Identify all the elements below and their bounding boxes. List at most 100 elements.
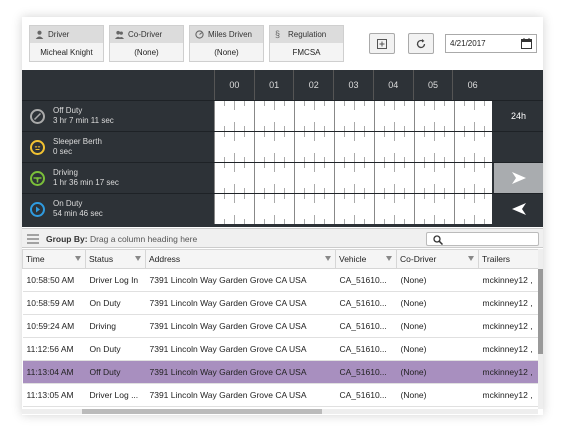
hour-label: 00 [214, 70, 254, 100]
table-cell: 10:59:24 AM [22, 314, 86, 338]
group-by-bar[interactable]: Group By: Drag a column heading here [22, 228, 543, 248]
table-cell: (None) [396, 291, 479, 315]
table-cell: (None) [396, 314, 479, 338]
steering-wheel-icon [30, 170, 45, 186]
hour-label: 02 [293, 70, 333, 100]
table-cell: mckinney12 , [478, 314, 538, 338]
people-icon [115, 30, 124, 39]
arrow-left-icon [511, 203, 526, 215]
hour-label: 05 [412, 70, 453, 100]
add-document-icon [377, 38, 387, 49]
table-row[interactable]: 11:12:56 AM On Duty 7391 Lincoln Way Garde… [22, 337, 538, 361]
column-label: Co-Driver [400, 254, 437, 264]
gauge-icon [195, 30, 204, 39]
search-icon [433, 235, 443, 245]
column-header-status[interactable]: Status [85, 249, 146, 269]
duty-row-on-duty: On Duty 54 min 46 sec [22, 193, 543, 224]
table-cell: 10:58:50 AM [22, 268, 86, 292]
duty-row-driving: Driving 1 hr 36 min 17 sec [22, 162, 543, 193]
table-cell: 7391 Lincoln Way Garden Grove CA USA [145, 360, 336, 384]
miles-card: Miles Driven (None) [189, 25, 264, 62]
timeline-cells[interactable] [214, 163, 492, 193]
table-header-row: Time Status Address Vehicle Co-Driver Tr… [22, 249, 538, 269]
table-cell: CA_51610... [335, 360, 397, 384]
table-cell: (None) [396, 337, 479, 361]
table-body: 10:58:50 AM Driver Log In 7391 Lincoln Way… [22, 268, 538, 409]
table-row[interactable]: 11:13:05 AM Driver Log ... 7391 Lincoln Wa… [22, 383, 538, 407]
log-table: Time Status Address Vehicle Co-Driver Tr… [22, 249, 538, 409]
table-cell: CA_51610... [335, 291, 397, 315]
log-table-container[interactable]: Time Status Address Vehicle Co-Driver Tr… [22, 249, 538, 409]
column-header-time[interactable]: Time [22, 249, 86, 269]
column-header-vehicle[interactable]: Vehicle [335, 249, 397, 269]
column-header-address[interactable]: Address [145, 249, 336, 269]
duty-row-sleeper: Sleeper Berth 0 sec [22, 131, 543, 162]
status-name: Driving [53, 168, 78, 177]
hour-label: 06 [452, 70, 492, 100]
filter-icon[interactable] [468, 256, 474, 261]
table-cell: On Duty [85, 337, 146, 361]
miles-value: (None) [214, 48, 239, 57]
filter-icon[interactable] [135, 256, 141, 261]
table-cell: Off Duty [85, 360, 146, 384]
filter-icon[interactable] [75, 256, 81, 261]
scrollbar-thumb[interactable] [538, 269, 543, 354]
table-search-input[interactable] [426, 232, 539, 246]
table-cell: 11:13:04 AM [22, 360, 86, 384]
column-header-trailers[interactable]: Trailers [478, 249, 538, 269]
range-label[interactable]: 24h [494, 101, 543, 131]
hour-header: 00 01 02 03 04 05 06 [214, 70, 492, 100]
column-label: Time [26, 254, 45, 264]
codriver-value: (None) [134, 48, 159, 57]
on-duty-icon [30, 201, 45, 217]
table-cell: (None) [396, 360, 479, 384]
table-cell: Driver Log In [85, 268, 146, 292]
timeline-cells[interactable] [214, 101, 492, 131]
table-cell: 7391 Lincoln Way Garden Grove CA USA [145, 314, 336, 338]
hos-log-panel: Driver Micheal Knight Co-Driver (None) M… [22, 17, 543, 415]
menu-icon[interactable] [27, 234, 39, 244]
table-cell: 7391 Lincoln Way Garden Grove CA USA [145, 291, 336, 315]
table-cell: 7391 Lincoln Way Garden Grove CA USA [145, 268, 336, 292]
table-cell: mckinney12 , [478, 383, 538, 407]
table-cell: 7391 Lincoln Way Garden Grove CA USA [145, 383, 336, 407]
column-label: Address [149, 254, 181, 264]
horizontal-scrollbar[interactable] [22, 409, 538, 414]
add-event-button[interactable] [369, 33, 395, 54]
column-header-codriver[interactable]: Co-Driver [396, 249, 479, 269]
table-row[interactable]: 10:58:50 AM Driver Log In 7391 Lincoln Way… [22, 268, 538, 292]
table-cell: On Duty [85, 291, 146, 315]
refresh-button[interactable] [408, 33, 434, 54]
hour-label: 04 [372, 70, 413, 100]
timeline-cells[interactable] [214, 132, 492, 162]
timeline-cells[interactable] [214, 194, 492, 224]
calendar-icon[interactable] [521, 38, 532, 49]
arrow-right-icon [511, 172, 526, 184]
previous-day-button[interactable] [494, 194, 543, 224]
status-duration: 3 hr 7 min 11 sec [53, 116, 114, 125]
table-cell: CA_51610... [335, 383, 397, 407]
group-by-label: Group By: [46, 234, 88, 244]
status-duration: 0 sec [53, 147, 73, 156]
date-picker[interactable]: 4/21/2017 [445, 34, 537, 53]
table-cell: 7391 Lincoln Way Garden Grove CA USA [145, 337, 336, 361]
group-by-hint: Group By: Drag a column heading here [46, 234, 197, 244]
column-label: Status [89, 254, 114, 264]
status-name: Sleeper Berth [53, 137, 102, 146]
table-row[interactable]: 11:13:04 AM Off Duty 7391 Lincoln Way Gard… [22, 360, 538, 384]
scrollbar-thumb[interactable] [82, 409, 322, 414]
regulation-value: FMCSA [292, 48, 321, 57]
vertical-scrollbar[interactable] [538, 249, 543, 409]
next-day-button[interactable] [494, 163, 543, 193]
table-cell: CA_51610... [335, 268, 397, 292]
filter-icon[interactable] [386, 256, 392, 261]
table-row[interactable]: 10:58:59 AM On Duty 7391 Lincoln Way Garde… [22, 291, 538, 315]
table-cell: (None) [396, 268, 479, 292]
table-row[interactable]: 10:59:24 AM Driving 7391 Lincoln Way Garde… [22, 314, 538, 338]
refresh-icon [416, 38, 426, 48]
off-duty-icon [30, 108, 45, 124]
table-cell: CA_51610... [335, 337, 397, 361]
table-cell: 11:13:05 AM [22, 383, 86, 407]
person-icon [35, 30, 44, 39]
filter-icon[interactable] [325, 256, 331, 261]
